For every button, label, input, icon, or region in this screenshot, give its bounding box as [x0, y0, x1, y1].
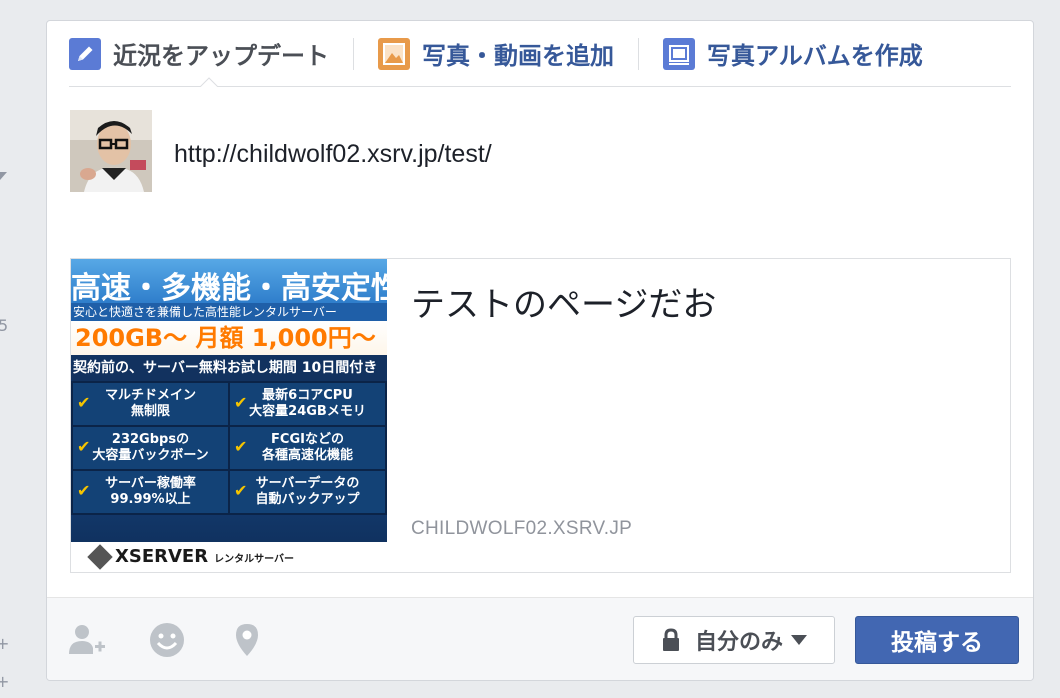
- thumbnail-feature: ✔ サーバーデータの 自動バックアップ: [230, 471, 385, 513]
- tab-update-status[interactable]: 近況をアップデート: [69, 21, 329, 87]
- tab-separator: [353, 37, 354, 70]
- chevron-down-icon: [791, 635, 807, 645]
- post-button[interactable]: 投稿する: [855, 616, 1019, 664]
- composer-footer: 自分のみ 投稿する: [47, 597, 1033, 680]
- avatar: [70, 110, 152, 192]
- album-icon: [663, 37, 695, 70]
- post-composer: 近況をアップデート 写真・動画を追加 写真アルバムを作成 http://chil…: [46, 20, 1034, 681]
- edge-plus: +: [0, 672, 10, 691]
- thumbnail-features: ✔ マルチドメイン 無制限 ✔ 最新6コアCPU 大容量24GBメモリ ✔ 232Gb…: [71, 381, 387, 515]
- link-preview-thumbnail: 高速・多機能・高安定性 安心と快適さを兼備した高性能レンタルサーバー 200GB…: [71, 259, 387, 572]
- lock-icon: [662, 628, 679, 651]
- thumbnail-price: 200GB〜 月額 1,000円〜: [71, 321, 387, 355]
- tab-separator: [638, 37, 639, 70]
- tag-friends-icon[interactable]: [67, 620, 107, 660]
- active-tab-caret: [200, 77, 218, 87]
- status-input[interactable]: [174, 134, 994, 174]
- edge-caret: [0, 172, 7, 180]
- pencil-icon: [69, 37, 101, 70]
- thumbnail-feature: ✔ 最新6コアCPU 大容量24GBメモリ: [230, 383, 385, 425]
- thumbnail-feature: ✔ FCGIなどの 各種高速化機能: [230, 427, 385, 469]
- thumbnail-subline: 安心と快適さを兼備した高性能レンタルサーバー: [71, 303, 387, 321]
- link-preview-title: テストのページだお: [411, 285, 717, 325]
- composer-tabs: 近況をアップデート 写真・動画を追加 写真アルバムを作成: [69, 21, 1011, 87]
- thumbnail-brand: XSERVER レンタルサーバー: [71, 542, 387, 572]
- edge-plus: +: [0, 634, 10, 653]
- check-icon: ✔: [77, 393, 91, 412]
- feeling-icon[interactable]: [147, 620, 187, 660]
- link-preview-domain: CHILDWOLF02.XSRV.JP: [411, 518, 633, 539]
- tab-label: 写真・動画を追加: [422, 42, 614, 70]
- tab-add-photo-video[interactable]: 写真・動画を追加: [378, 21, 614, 87]
- check-icon: ✔: [234, 481, 248, 500]
- tab-label: 近況をアップデート: [113, 42, 329, 70]
- thumbnail-headline: 高速・多機能・高安定性: [71, 259, 387, 303]
- link-preview-card[interactable]: 高速・多機能・高安定性 安心と快適さを兼備した高性能レンタルサーバー 200GB…: [70, 258, 1011, 573]
- edge-number: 5: [0, 316, 9, 335]
- thumbnail-feature: ✔ マルチドメイン 無制限: [73, 383, 228, 425]
- photo-icon: [378, 37, 410, 70]
- privacy-label: 自分のみ: [694, 630, 783, 655]
- check-icon: ✔: [234, 437, 248, 456]
- location-icon[interactable]: [227, 620, 267, 660]
- check-icon: ✔: [77, 481, 91, 500]
- check-icon: ✔: [77, 437, 91, 456]
- thumbnail-trial: 契約前の、サーバー無料お試し期間 10日間付き: [71, 355, 387, 381]
- thumbnail-feature: ✔ サーバー稼働率 99.99%以上: [73, 471, 228, 513]
- tab-label: 写真アルバムを作成: [707, 42, 923, 70]
- check-icon: ✔: [234, 393, 248, 412]
- privacy-selector[interactable]: 自分のみ: [633, 616, 835, 664]
- tab-create-album[interactable]: 写真アルバムを作成: [663, 21, 923, 87]
- thumbnail-feature: ✔ 232Gbpsの 大容量バックボーン: [73, 427, 228, 469]
